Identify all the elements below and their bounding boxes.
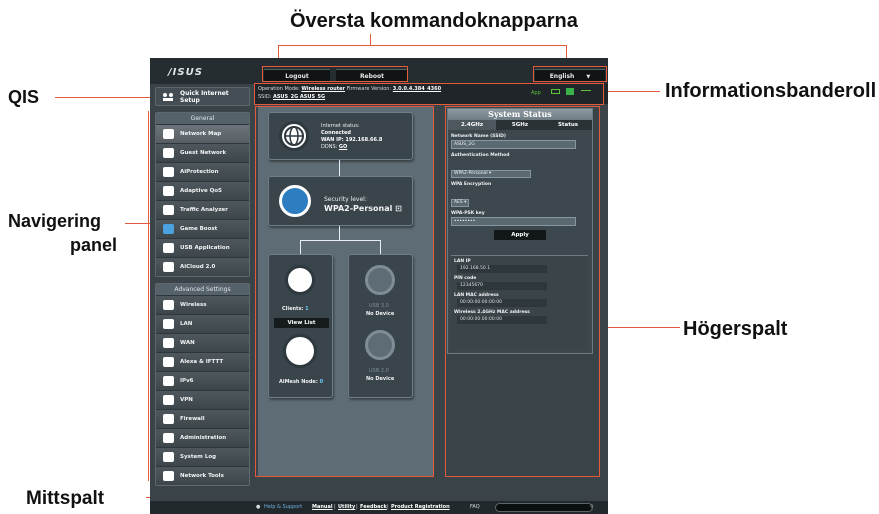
advanced-header: Advanced Settings	[156, 284, 249, 295]
nav-label: WAN	[180, 340, 195, 346]
tools-icon	[163, 471, 174, 481]
navigation-panel: Quick Internet Setup General Network Map…	[155, 87, 250, 486]
nav-label: Adaptive QoS	[180, 188, 223, 194]
annotation-nav-panel-line2: panel	[70, 235, 118, 255]
ipv6-icon	[163, 376, 174, 386]
manual-figure: Översta kommandoknapparna QIS Informatio…	[0, 0, 879, 514]
nav-label: Game Boost	[180, 226, 218, 232]
nav-wan[interactable]: WAN	[156, 333, 249, 352]
annotation-info-banner: Informationsbanderoll	[665, 80, 877, 102]
annotation-right-column: Högerspalt	[683, 318, 788, 340]
general-header: General	[156, 113, 249, 124]
highlight-language	[533, 66, 607, 82]
nav-usb-application[interactable]: USB Application	[156, 238, 249, 257]
nav-ipv6[interactable]: IPv6	[156, 371, 249, 390]
faq-label: FAQ	[470, 504, 480, 510]
qis-label: Quick Internet Setup	[180, 90, 229, 104]
separator: |	[334, 504, 336, 510]
nav-label: Network Map	[180, 131, 222, 137]
nav-game-boost[interactable]: Game Boost	[156, 219, 249, 238]
chart-icon	[163, 205, 174, 215]
footer-bar: ● Help & Support Manual | Utility | Feed…	[150, 501, 608, 514]
nav-system-log[interactable]: System Log	[156, 447, 249, 466]
nav-aicloud[interactable]: AiCloud 2.0	[156, 257, 249, 276]
nav-vpn[interactable]: VPN	[156, 390, 249, 409]
wifi-icon	[163, 300, 174, 310]
general-menu: General Network Map Guest Network AiProt…	[155, 112, 250, 277]
nav-alexa-ifttt[interactable]: Alexa & IFTTT	[156, 352, 249, 371]
nav-label: Traffic Analyzer	[180, 207, 228, 213]
guest-network-icon	[163, 148, 174, 158]
nav-guest-network[interactable]: Guest Network	[156, 143, 249, 162]
qis-line	[55, 97, 155, 98]
usb-icon	[163, 243, 174, 253]
nav-label: System Log	[180, 454, 217, 460]
annotation-qis: QIS	[8, 87, 40, 107]
globe-icon	[163, 338, 174, 348]
nav-firewall[interactable]: Firewall	[156, 409, 249, 428]
annotation-top-buttons: Översta kommandoknapparna	[290, 10, 578, 32]
nav-label: Wireless	[180, 302, 207, 308]
nav-label: USB Application	[180, 245, 230, 251]
nav-label: LAN	[180, 321, 193, 327]
quick-internet-setup-button[interactable]: Quick Internet Setup	[155, 87, 250, 106]
nav-label: AiCloud 2.0	[180, 264, 216, 270]
search-icon[interactable]: ⚲	[590, 501, 594, 514]
utility-link[interactable]: Utility	[338, 501, 355, 514]
nav-label: AiProtection	[180, 169, 219, 175]
separator: |	[387, 504, 389, 510]
nav-lan[interactable]: LAN	[156, 314, 249, 333]
nav-label: Firewall	[180, 416, 205, 422]
log-icon	[163, 452, 174, 462]
nav-label: Network Tools	[180, 473, 224, 479]
shield-icon	[163, 167, 174, 177]
qis-icon	[162, 92, 174, 102]
lan-icon	[163, 319, 174, 329]
nav-aiprotection[interactable]: AiProtection	[156, 162, 249, 181]
bracket-center-stem	[370, 34, 371, 46]
feedback-link[interactable]: Feedback	[360, 501, 387, 514]
right-line	[600, 327, 680, 328]
highlight-info-banner	[254, 83, 604, 105]
nav-label: IPv6	[180, 378, 194, 384]
nav-bracket-top	[148, 111, 149, 481]
nav-network-tools[interactable]: Network Tools	[156, 466, 249, 485]
nav-administration[interactable]: Administration	[156, 428, 249, 447]
nav-label: Alexa & IFTTT	[180, 359, 224, 365]
highlight-top-buttons	[262, 66, 408, 82]
nav-wireless[interactable]: Wireless	[156, 295, 249, 314]
nav-label: Administration	[180, 435, 227, 441]
help-icon: ●	[256, 504, 261, 510]
highlight-right-column	[445, 106, 600, 477]
product-registration-link[interactable]: Product Registration	[391, 501, 450, 514]
nav-network-map[interactable]: Network Map	[156, 124, 249, 143]
nav-adaptive-qos[interactable]: Adaptive QoS	[156, 181, 249, 200]
advanced-menu: Advanced Settings Wireless LAN WAN Alexa…	[155, 283, 250, 486]
firewall-icon	[163, 414, 174, 424]
annotation-nav-panel-line1: Navigering	[8, 211, 102, 231]
faq-search-input[interactable]	[495, 503, 593, 512]
nav-label: VPN	[180, 397, 193, 403]
nav-traffic-analyzer[interactable]: Traffic Analyzer	[156, 200, 249, 219]
gamepad-icon	[163, 224, 174, 234]
annotation-center-column: Mittspalt	[26, 488, 105, 509]
network-map-icon	[163, 129, 174, 139]
bracket-top	[278, 45, 567, 46]
help-support-label: Help & Support	[264, 504, 303, 510]
separator: |	[356, 504, 358, 510]
admin-icon	[163, 433, 174, 443]
vpn-icon	[163, 395, 174, 405]
highlight-center-column	[255, 106, 434, 477]
alexa-icon	[163, 357, 174, 367]
manual-link[interactable]: Manual	[312, 501, 333, 514]
gauge-icon	[163, 186, 174, 196]
nav-label: Guest Network	[180, 150, 227, 156]
asus-logo: /ISUS	[168, 67, 203, 78]
cloud-icon	[163, 262, 174, 272]
